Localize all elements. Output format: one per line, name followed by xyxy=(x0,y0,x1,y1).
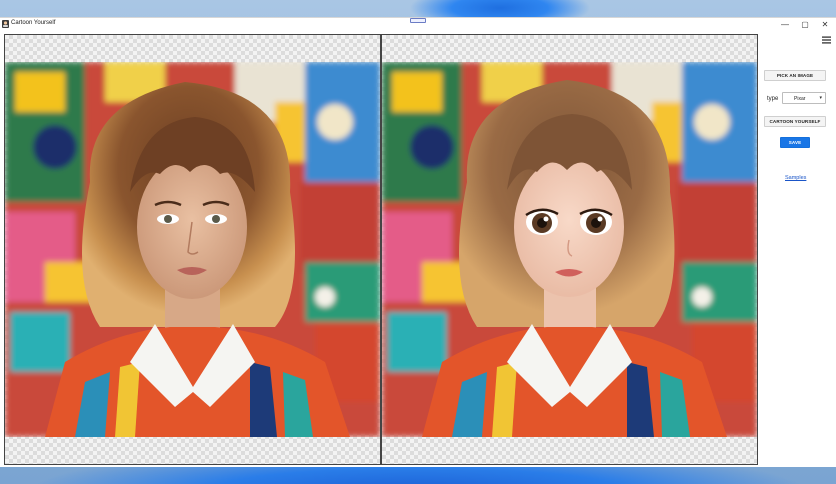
cartoon-image-canvas xyxy=(381,34,758,465)
type-select-value: Pixar xyxy=(794,96,806,102)
minimize-button[interactable]: — xyxy=(774,19,796,30)
samples-link[interactable]: Samples xyxy=(785,175,806,181)
cartoon-photo xyxy=(382,62,757,437)
close-button[interactable]: ✕ xyxy=(814,19,836,30)
save-button[interactable]: SAVE xyxy=(780,137,810,148)
chevron-down-icon: ▾ xyxy=(819,95,822,101)
hamburger-menu-icon[interactable] xyxy=(822,36,831,44)
app-window: Cartoon Yourself — ▢ ✕ PICK AN IMAGE typ… xyxy=(0,17,836,467)
window-title: Cartoon Yourself xyxy=(11,20,56,26)
control-panel: PICK AN IMAGE type Pixar ▾ CARTOON YOURS… xyxy=(760,34,834,464)
cartoon-yourself-button[interactable]: CARTOON YOURSELF xyxy=(764,116,826,127)
app-icon xyxy=(2,20,9,28)
pick-image-button[interactable]: PICK AN IMAGE xyxy=(764,70,826,81)
original-image-canvas xyxy=(4,34,381,465)
title-bar[interactable]: Cartoon Yourself — ▢ ✕ xyxy=(0,18,836,32)
grip-icon[interactable] xyxy=(410,18,426,23)
maximize-button[interactable]: ▢ xyxy=(794,19,816,30)
type-select[interactable]: Pixar ▾ xyxy=(782,92,826,104)
original-photo xyxy=(5,62,380,437)
type-label: type xyxy=(767,96,779,102)
